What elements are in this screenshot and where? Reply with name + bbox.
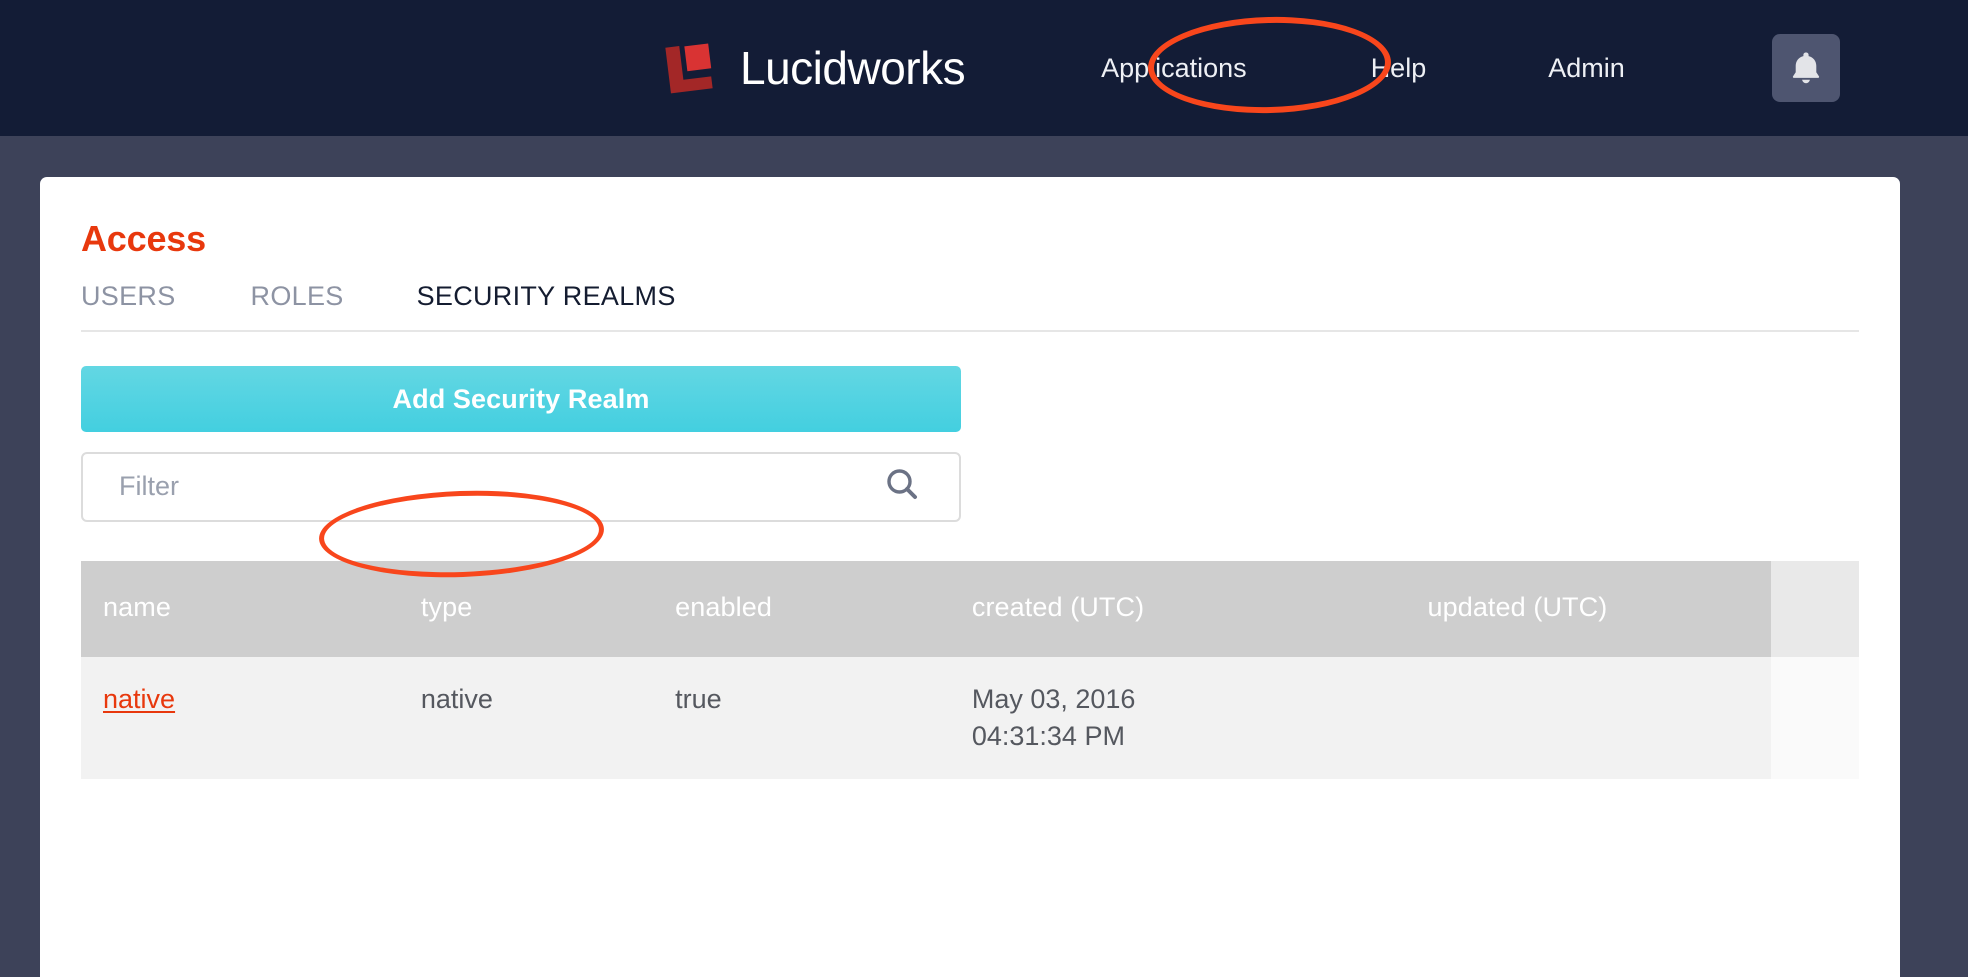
tab-users[interactable]: USERS [81, 282, 176, 310]
nav-link-help[interactable]: Help [1371, 54, 1427, 82]
column-header-created[interactable]: created (UTC) [949, 560, 1406, 657]
table-body: native native true May 03, 2016 04:31:34… [81, 656, 1859, 780]
cell-enabled: true [653, 656, 950, 780]
table-row[interactable]: native native true May 03, 2016 04:31:34… [81, 656, 1859, 780]
top-navigation-bar: Lucidworks Applications Help Admin [0, 0, 1968, 136]
cell-type: native [398, 656, 654, 780]
column-header-enabled[interactable]: enabled [653, 560, 950, 657]
nav-link-admin[interactable]: Admin [1548, 54, 1625, 82]
page-body: Access USERS ROLES SECURITY REALMS Add S… [0, 136, 1968, 977]
add-security-realm-button[interactable]: Add Security Realm [81, 365, 961, 432]
realm-link-native[interactable]: native [103, 684, 175, 714]
main-nav: Applications Help Admin [1101, 54, 1625, 82]
top-navigation-inner: Lucidworks Applications Help Admin [0, 0, 1968, 136]
column-header-updated[interactable]: updated (UTC) [1405, 560, 1772, 657]
tab-security-realms[interactable]: SECURITY REALMS [417, 282, 676, 310]
column-header-name[interactable]: name [81, 560, 399, 657]
created-date: May 03, 2016 [971, 683, 1136, 714]
created-time: 04:31:34 PM [971, 720, 1125, 751]
nav-link-applications[interactable]: Applications [1101, 54, 1247, 82]
tab-roles[interactable]: ROLES [251, 282, 344, 310]
security-realms-table: name type enabled created (UTC) updated … [81, 560, 1859, 780]
access-card: Access USERS ROLES SECURITY REALMS Add S… [40, 177, 1900, 977]
column-header-type[interactable]: type [398, 560, 654, 657]
filter-field [81, 451, 961, 522]
cell-created: May 03, 2016 04:31:34 PM [949, 656, 1406, 780]
bell-icon [1789, 50, 1823, 86]
brand-name: Lucidworks [740, 42, 966, 94]
cell-name: native [81, 656, 399, 780]
column-header-spacer [1771, 560, 1859, 657]
access-tabs: USERS ROLES SECURITY REALMS [81, 282, 1859, 332]
filter-input[interactable] [81, 451, 961, 522]
table-header: name type enabled created (UTC) updated … [81, 560, 1859, 657]
lucidworks-logo-icon [660, 39, 718, 97]
notifications-button[interactable] [1771, 34, 1840, 102]
page-title: Access [81, 218, 206, 259]
search-icon[interactable] [885, 467, 919, 506]
access-card-inner: Access USERS ROLES SECURITY REALMS Add S… [40, 218, 1900, 780]
table-header-row: name type enabled created (UTC) updated … [81, 560, 1859, 657]
cell-updated [1405, 656, 1772, 780]
brand[interactable]: Lucidworks [660, 39, 966, 97]
cell-spacer [1771, 656, 1859, 780]
